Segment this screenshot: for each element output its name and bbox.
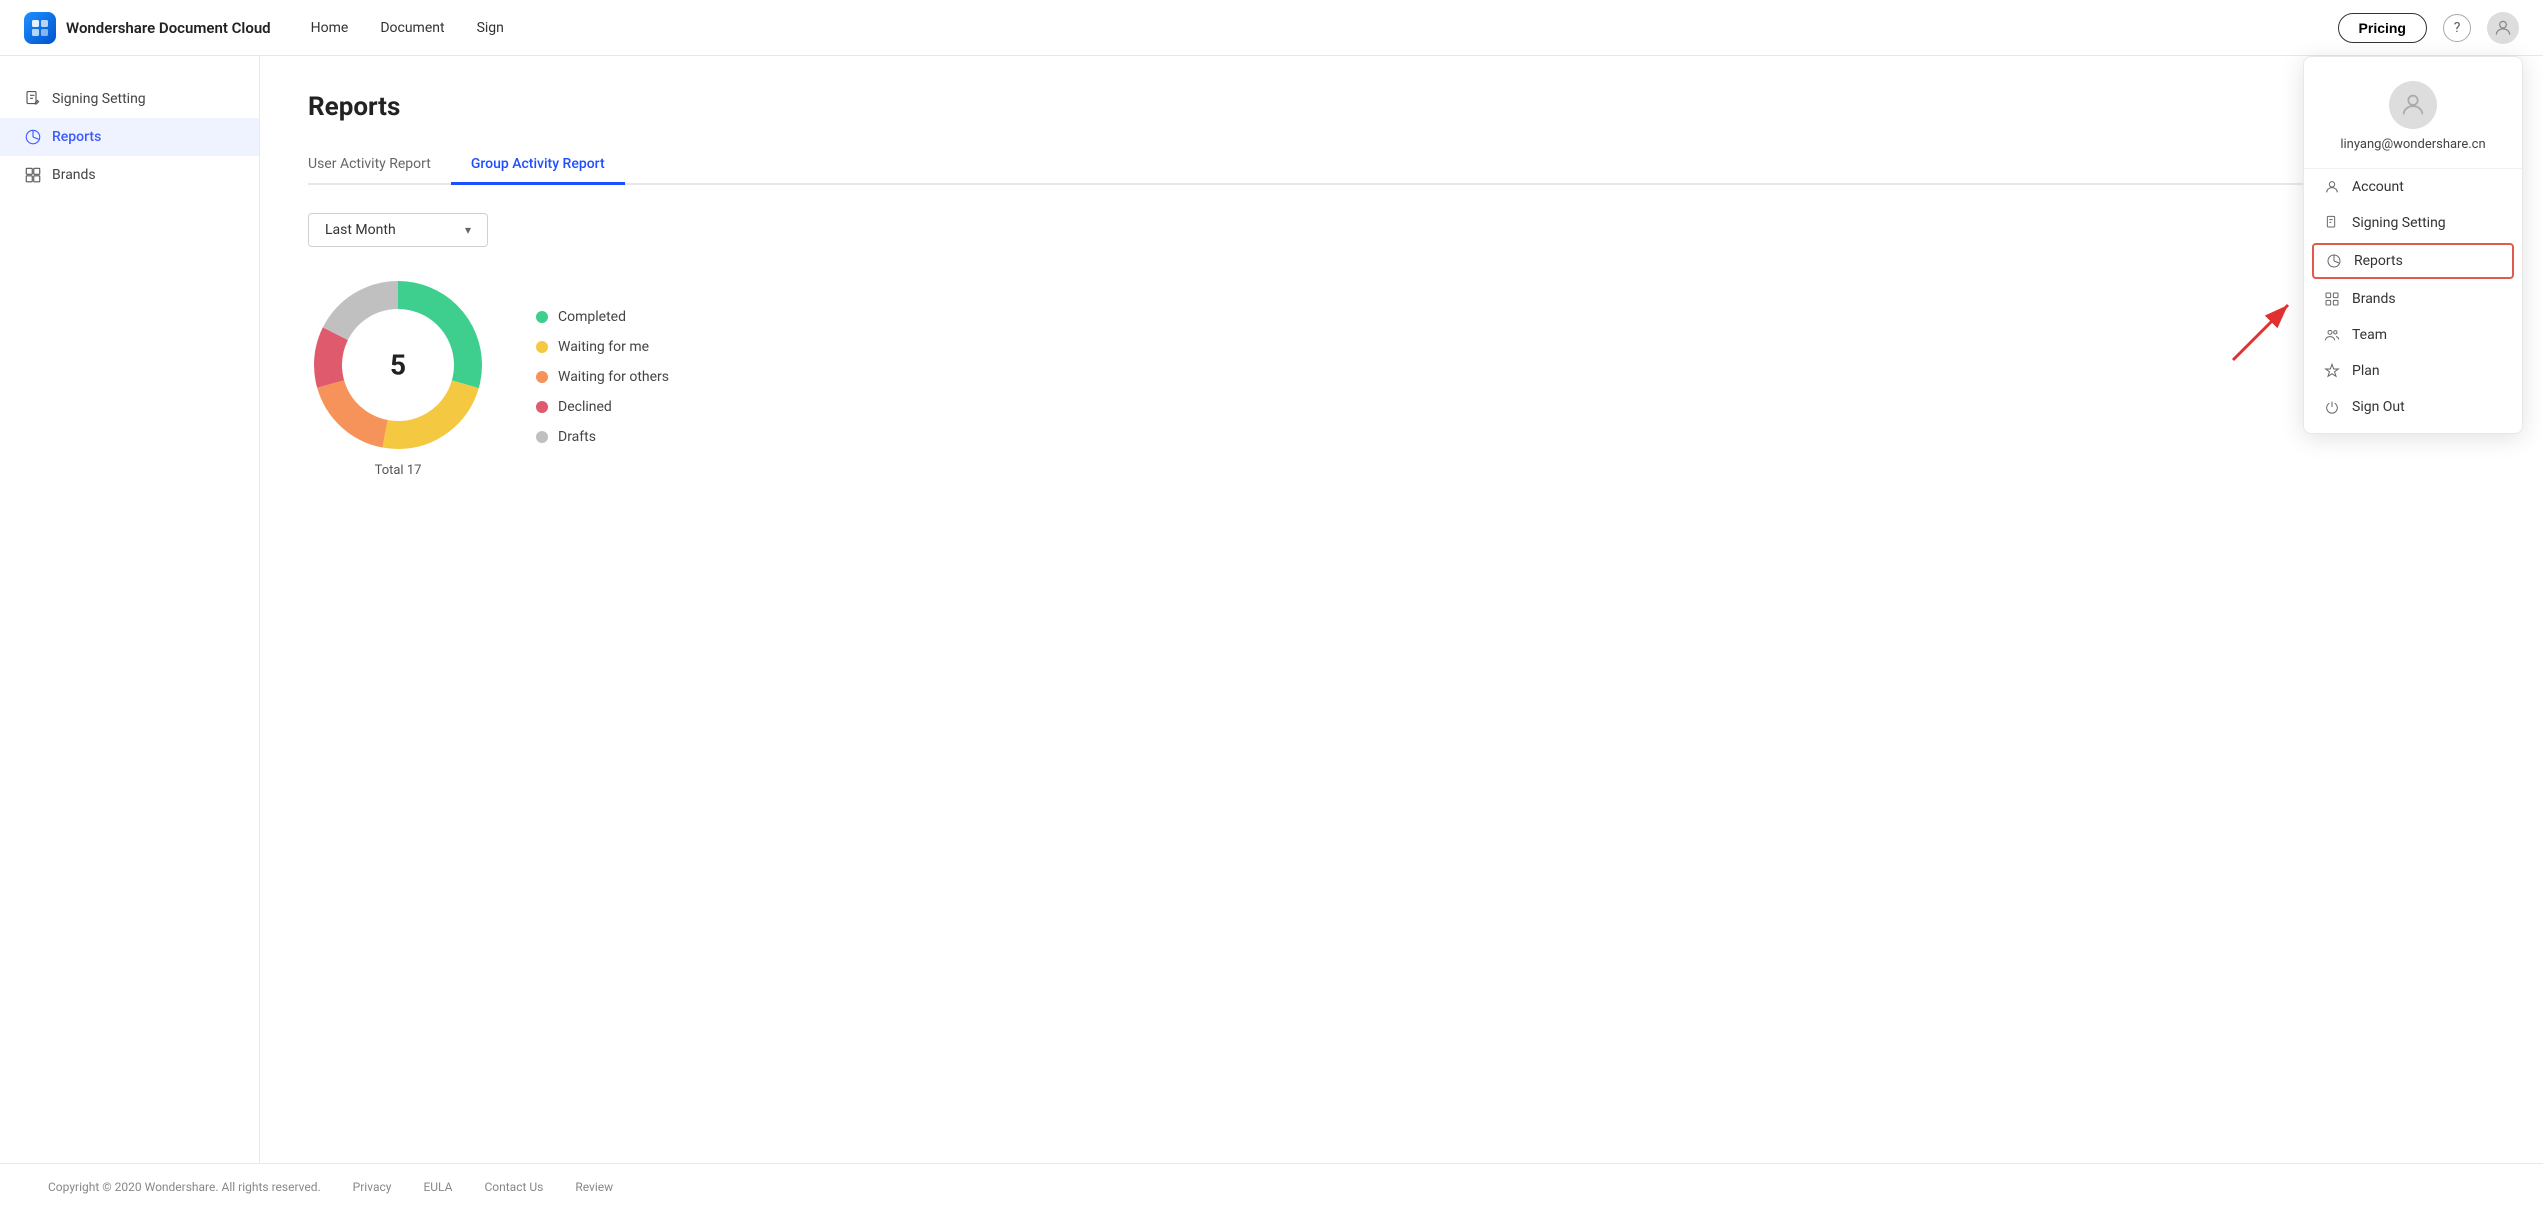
legend-dot-completed xyxy=(536,311,548,323)
filter-label: Last Month xyxy=(325,222,396,238)
tabs: User Activity Report Group Activity Repo… xyxy=(308,146,2495,185)
dropdown-label-account: Account xyxy=(2352,179,2404,195)
dropdown-label-team: Team xyxy=(2352,327,2387,343)
dropdown-label-reports: Reports xyxy=(2354,253,2403,269)
sidebar-item-reports[interactable]: Reports xyxy=(0,118,259,156)
legend-item-drafts: Drafts xyxy=(536,429,669,445)
sidebar-item-signing-setting[interactable]: Signing Setting xyxy=(0,80,259,118)
chart-legend: Completed Waiting for me Waiting for oth… xyxy=(536,309,669,445)
sidebar-label-brands: Brands xyxy=(52,167,96,183)
user-dropdown-menu: linyang@wondershare.cn Account Signing S… xyxy=(2303,56,2523,434)
donut-center-number: 5 xyxy=(390,349,406,382)
sidebar-label-signing-setting: Signing Setting xyxy=(52,91,146,107)
legend-item-completed: Completed xyxy=(536,309,669,325)
dropdown-label-sign-out: Sign Out xyxy=(2352,399,2405,415)
legend-label-drafts: Drafts xyxy=(558,429,596,445)
sidebar-item-brands[interactable]: Brands xyxy=(0,156,259,194)
dropdown-item-sign-out[interactable]: Sign Out xyxy=(2304,389,2522,425)
footer-copyright: Copyright © 2020 Wondershare. All rights… xyxy=(48,1180,321,1194)
dropdown-avatar-icon xyxy=(2399,91,2427,119)
chart-icon xyxy=(24,128,42,146)
plan-icon xyxy=(2324,363,2340,379)
legend-label-completed: Completed xyxy=(558,309,626,325)
dropdown-item-reports[interactable]: Reports xyxy=(2312,243,2514,279)
footer-review[interactable]: Review xyxy=(575,1180,613,1194)
nav-sign[interactable]: Sign xyxy=(477,20,504,36)
file-pen-icon xyxy=(24,90,42,108)
nav-links: Home Document Sign xyxy=(311,20,504,36)
dropdown-user-section: linyang@wondershare.cn xyxy=(2304,73,2522,169)
brand-icon xyxy=(24,166,42,184)
footer: Copyright © 2020 Wondershare. All rights… xyxy=(0,1163,2543,1210)
donut-chart-wrapper: 5 Total 17 xyxy=(308,275,488,478)
dropdown-label-brands: Brands xyxy=(2352,291,2396,307)
dropdown-label-signing-setting: Signing Setting xyxy=(2352,215,2446,231)
topnav-right: Pricing ? xyxy=(2338,12,2519,44)
dropdown-item-plan[interactable]: Plan xyxy=(2304,353,2522,389)
filter-dropdown[interactable]: Last Month ▾ xyxy=(308,213,488,247)
legend-dot-declined xyxy=(536,401,548,413)
dropdown-user-email: linyang@wondershare.cn xyxy=(2340,137,2485,152)
logo-area: Wondershare Document Cloud xyxy=(24,12,271,44)
legend-item-waiting-for-others: Waiting for others xyxy=(536,369,669,385)
app-name: Wondershare Document Cloud xyxy=(66,19,271,37)
sidebar: Signing Setting Reports Brands xyxy=(0,56,260,1163)
dropdown-label-plan: Plan xyxy=(2352,363,2380,379)
user-icon xyxy=(2324,179,2340,195)
brands-icon xyxy=(2324,291,2340,307)
tab-group-activity[interactable]: Group Activity Report xyxy=(451,146,625,185)
dropdown-item-brands[interactable]: Brands xyxy=(2304,281,2522,317)
dropdown-item-signing-setting[interactable]: Signing Setting xyxy=(2304,205,2522,241)
legend-item-declined: Declined xyxy=(536,399,669,415)
nav-document[interactable]: Document xyxy=(380,20,444,36)
logo-icon xyxy=(24,12,56,44)
team-icon xyxy=(2324,327,2340,343)
legend-label-declined: Declined xyxy=(558,399,612,415)
legend-item-waiting-for-me: Waiting for me xyxy=(536,339,669,355)
dropdown-item-team[interactable]: Team xyxy=(2304,317,2522,353)
donut-total-label: Total 17 xyxy=(308,463,488,478)
dropdown-item-account[interactable]: Account xyxy=(2304,169,2522,205)
top-navigation: Wondershare Document Cloud Home Document… xyxy=(0,0,2543,56)
page-title: Reports xyxy=(308,92,2495,122)
power-icon xyxy=(2324,399,2340,415)
footer-contact[interactable]: Contact Us xyxy=(484,1180,543,1194)
nav-home[interactable]: Home xyxy=(311,20,349,36)
help-icon[interactable]: ? xyxy=(2443,14,2471,42)
main-layout: Signing Setting Reports Brands Reports U… xyxy=(0,56,2543,1163)
reports-icon xyxy=(2326,253,2342,269)
dropdown-avatar xyxy=(2389,81,2437,129)
footer-eula[interactable]: EULA xyxy=(423,1180,452,1194)
legend-dot-waiting-for-others xyxy=(536,371,548,383)
legend-label-waiting-for-others: Waiting for others xyxy=(558,369,669,385)
legend-dot-waiting-for-me xyxy=(536,341,548,353)
main-content: Reports User Activity Report Group Activ… xyxy=(260,56,2543,1163)
chart-area: 5 Total 17 Completed Waiting for me Wait… xyxy=(308,275,2495,478)
sidebar-label-reports: Reports xyxy=(52,129,101,145)
file-icon xyxy=(2324,215,2340,231)
footer-privacy[interactable]: Privacy xyxy=(353,1180,392,1194)
donut-chart: 5 xyxy=(308,275,488,455)
user-avatar-button[interactable] xyxy=(2487,12,2519,44)
legend-dot-drafts xyxy=(536,431,548,443)
pricing-button[interactable]: Pricing xyxy=(2338,13,2427,43)
legend-label-waiting-for-me: Waiting for me xyxy=(558,339,649,355)
tab-user-activity[interactable]: User Activity Report xyxy=(308,146,451,185)
chevron-down-icon: ▾ xyxy=(465,223,471,237)
